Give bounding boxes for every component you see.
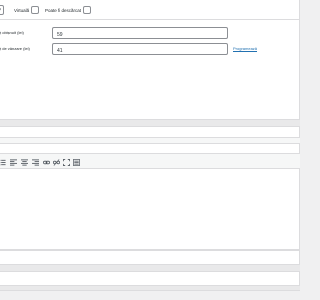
insert-link-icon[interactable] — [42, 158, 50, 166]
regular-price-label: ț obișnuit (lei) — [0, 30, 24, 35]
regular-price-input[interactable] — [52, 27, 228, 39]
editor-toolbar — [0, 154, 300, 169]
virtual-checkbox[interactable] — [31, 6, 40, 14]
align-right-icon[interactable] — [31, 158, 39, 166]
product-data-page: ▾ Virtuală Poate fi descărcat ț obișnuit… — [0, 0, 300, 300]
metabox-tabs-bar — [0, 137, 300, 144]
chevron-down-icon: ▾ — [0, 7, 1, 13]
sale-price-label: ț de vânzare (lei) — [0, 46, 30, 51]
regular-price-row: ț obișnuit (lei) — [0, 27, 300, 41]
bulleted-list-icon[interactable] — [0, 158, 6, 166]
virtual-option[interactable]: Virtuală — [14, 6, 40, 14]
editor-tabs-strip — [0, 144, 300, 153]
downloadable-option[interactable]: Poate fi descărcat — [45, 6, 92, 14]
general-product-data-panel: ▾ Virtuală Poate fi descărcat ț obișnuit… — [0, 0, 300, 119]
sale-price-row: ț de vânzare (lei) Programează — [0, 43, 300, 57]
align-center-icon[interactable] — [20, 158, 28, 166]
bottom-metabox-bar[interactable] — [0, 285, 300, 291]
next-metabox-body — [0, 272, 300, 285]
downloadable-checkbox[interactable] — [83, 6, 92, 14]
product-type-select[interactable]: ▾ — [0, 5, 4, 15]
editor-footer — [0, 250, 300, 264]
schedule-sale-link[interactable]: Programează — [233, 46, 257, 51]
metabox-header-bar[interactable] — [0, 119, 300, 127]
metabox-body-strip — [0, 127, 300, 137]
short-description-editor[interactable] — [0, 153, 300, 250]
virtual-label: Virtuală — [14, 7, 30, 13]
align-left-icon[interactable] — [9, 158, 17, 166]
next-metabox-header-bar[interactable] — [0, 264, 300, 272]
remove-link-icon[interactable] — [52, 158, 60, 166]
product-type-row: ▾ Virtuală Poate fi descărcat — [0, 0, 300, 20]
downloadable-label: Poate fi descărcat — [45, 7, 82, 13]
sale-price-input[interactable] — [52, 43, 228, 55]
toolbar-toggle-icon[interactable] — [72, 158, 80, 166]
fullscreen-icon[interactable] — [62, 158, 70, 166]
